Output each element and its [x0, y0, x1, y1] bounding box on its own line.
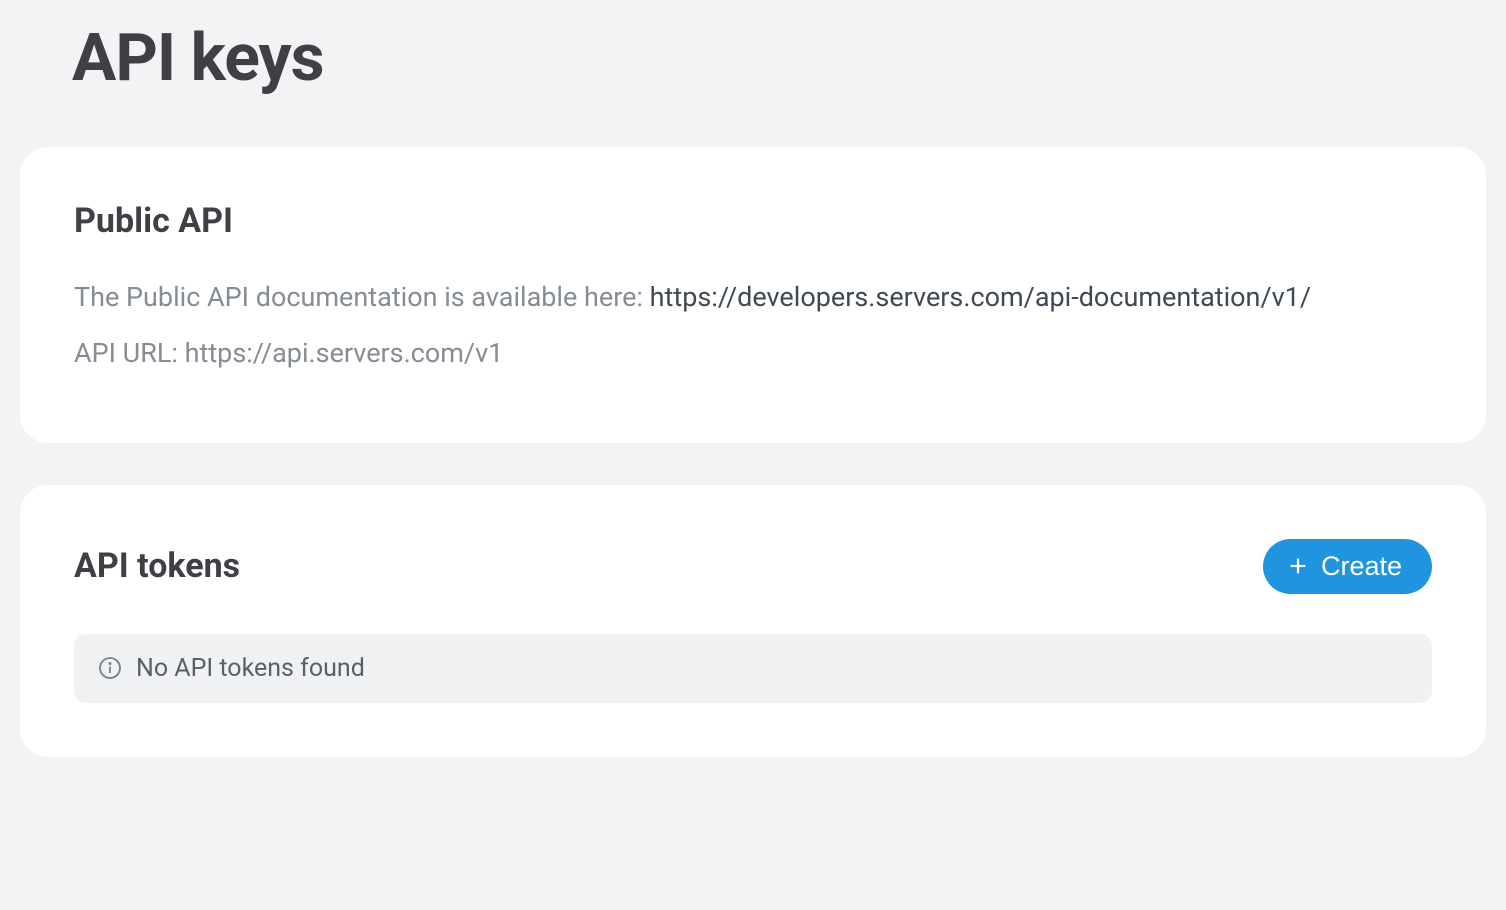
public-api-description: The Public API documentation is availabl… [74, 277, 1432, 319]
plus-icon [1287, 555, 1309, 577]
public-api-heading: Public API [74, 201, 1432, 241]
api-tokens-empty-message: No API tokens found [136, 654, 365, 683]
api-url-label: API URL: [74, 337, 185, 369]
page-title: API keys [72, 20, 1486, 97]
create-button[interactable]: Create [1263, 539, 1432, 594]
public-api-url-row: API URL: https://api.servers.com/v1 [74, 333, 1432, 375]
public-api-description-prefix: The Public API documentation is availabl… [74, 281, 650, 313]
create-button-label: Create [1321, 551, 1402, 582]
api-tokens-card: API tokens Create No API tokens found [20, 485, 1486, 757]
public-api-docs-link[interactable]: https://developers.servers.com/api-docum… [650, 281, 1311, 313]
api-tokens-header-row: API tokens Create [74, 539, 1432, 594]
api-tokens-heading: API tokens [74, 546, 240, 586]
public-api-card: Public API The Public API documentation … [20, 147, 1486, 443]
info-icon [98, 656, 122, 680]
api-url-value: https://api.servers.com/v1 [185, 337, 504, 369]
api-tokens-empty-banner: No API tokens found [74, 634, 1432, 703]
